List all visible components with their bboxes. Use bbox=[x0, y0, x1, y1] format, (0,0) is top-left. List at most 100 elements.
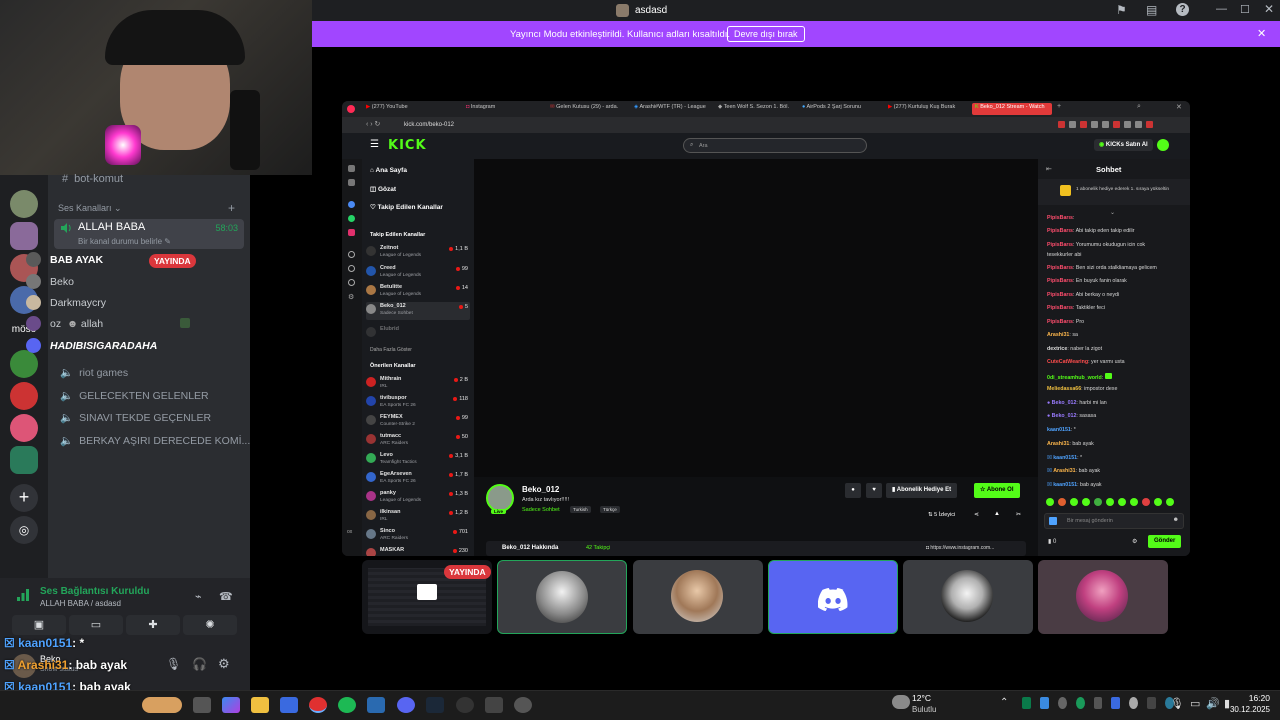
stream-tile[interactable] bbox=[633, 560, 763, 634]
task-view-icon[interactable] bbox=[193, 697, 211, 713]
server-icon[interactable] bbox=[10, 190, 38, 218]
stream-tile[interactable] bbox=[768, 560, 898, 634]
nav-browse[interactable]: ◫ Gözat bbox=[370, 185, 396, 193]
sidebar-icon[interactable] bbox=[348, 165, 355, 172]
sidebar-icon[interactable] bbox=[348, 265, 355, 272]
menu-icon[interactable]: ☰ bbox=[370, 139, 379, 150]
pinned-banner[interactable]: 1 abonelik hediye ederek 1. sıraya yükse… bbox=[1038, 179, 1190, 205]
suggested-channel[interactable]: FEYMEX Counter-Strike 2 99 bbox=[366, 413, 470, 431]
whatsapp-icon[interactable] bbox=[348, 215, 355, 222]
suggested-channel[interactable]: Sinco ARC Raiders 701 bbox=[366, 527, 470, 545]
suggested-channel[interactable]: ilkinsan IRL 1,2 B bbox=[366, 508, 470, 526]
close-icon[interactable]: ✕ bbox=[1264, 2, 1274, 16]
spotify-icon[interactable] bbox=[338, 697, 356, 713]
flag-icon[interactable]: ⚑ bbox=[1116, 3, 1127, 17]
system-tray[interactable] bbox=[1022, 697, 1175, 711]
stream-tile[interactable] bbox=[903, 560, 1033, 634]
voice-channel[interactable]: 🔈 GELECEKTEN GELENLER bbox=[60, 389, 209, 402]
stream-category[interactable]: Sadece Sohbet bbox=[522, 507, 560, 513]
server-icon[interactable] bbox=[10, 382, 38, 410]
subscribe-button[interactable]: ☆ Abone Ol bbox=[974, 483, 1020, 498]
close-browser-icon[interactable]: ✕ bbox=[1176, 103, 1182, 111]
nav-home[interactable]: ⌂ Ana Sayfa bbox=[370, 167, 407, 174]
obs-icon[interactable] bbox=[456, 697, 474, 713]
add-server-icon[interactable]: + bbox=[10, 484, 38, 512]
browser-tab-active[interactable]: K Beko_012 Stream - Watch bbox=[972, 103, 1052, 115]
chat-settings-icon[interactable]: ⚙ bbox=[1132, 538, 1137, 545]
help-icon[interactable]: ? bbox=[1176, 3, 1189, 16]
close-banner-icon[interactable]: ✕ bbox=[1257, 27, 1266, 40]
server-icon[interactable] bbox=[10, 414, 38, 442]
followed-channel[interactable]: Betulitte League of Legends 14 bbox=[366, 283, 470, 301]
discover-icon[interactable]: ◎ bbox=[10, 516, 38, 544]
screen-share-button[interactable]: ▭ bbox=[69, 615, 123, 635]
report-icon[interactable]: ▲ bbox=[994, 511, 1000, 517]
browser-tab[interactable]: ◆ Teen Wolf S. Sezon 1. Böl. bbox=[718, 104, 798, 116]
clock-date[interactable]: 30.12.2025 bbox=[1224, 705, 1270, 714]
widget-icon[interactable] bbox=[142, 697, 182, 713]
collapse-chat-icon[interactable]: ⇤ bbox=[1046, 165, 1052, 173]
browser-tab[interactable]: ◈ Arashi#WTF (TR) - League bbox=[634, 104, 714, 116]
voice-member[interactable]: BAB AYAK YAYINDA bbox=[6, 252, 196, 269]
kicks-balance[interactable]: ▮ 0 bbox=[1048, 538, 1056, 545]
suggested-channel[interactable]: EgeArseven EA Sports FC 26 1,7 B bbox=[366, 470, 470, 488]
show-more-link[interactable]: Daha Fazla Göster bbox=[370, 347, 412, 353]
send-button[interactable]: Gönder bbox=[1148, 535, 1182, 548]
weather-icon[interactable] bbox=[892, 695, 910, 709]
minimize-icon[interactable]: — bbox=[1216, 3, 1227, 15]
mic-icon[interactable]: 🎙 bbox=[166, 657, 181, 671]
voice-section-label[interactable]: Ses Kanalları ⌄ bbox=[58, 203, 122, 214]
suggested-channel[interactable]: Mithrain IRL 2 B bbox=[366, 375, 470, 393]
clock-time[interactable]: 16:20 bbox=[1240, 693, 1270, 703]
extensions-bar[interactable] bbox=[1058, 121, 1178, 129]
emoji-icon[interactable]: ☻ bbox=[1173, 517, 1179, 523]
suggested-channel[interactable]: panky League of Legends 1,3 B bbox=[366, 489, 470, 507]
notification-bell-button[interactable]: ● bbox=[845, 483, 861, 498]
text-channel[interactable]: # bot-komut bbox=[62, 173, 123, 185]
voice-member[interactable]: Darkmaycry bbox=[6, 295, 196, 312]
camera-button[interactable]: ▣ bbox=[12, 615, 66, 635]
tag[interactable]: Turkish bbox=[570, 506, 591, 513]
streamer-name[interactable]: Beko_012 bbox=[522, 485, 559, 494]
voice-member[interactable]: HADIBISIGARADAHA bbox=[6, 338, 196, 355]
buy-kicks-button[interactable]: ◉ KICKs Satın Al bbox=[1094, 139, 1153, 151]
browser-tab[interactable]: ◘ Instagram bbox=[466, 104, 546, 116]
active-voice-channel[interactable]: ALLAH BABA 58:03 Bir kanal durumu belirl… bbox=[54, 219, 244, 249]
browser-tab[interactable]: ✉ Gelen Kutusu (29) - arda. bbox=[550, 104, 630, 116]
inbox-icon[interactable]: ▤ bbox=[1146, 3, 1157, 17]
messenger-icon[interactable] bbox=[348, 201, 355, 208]
file-explorer-icon[interactable] bbox=[251, 697, 269, 713]
voice-channel[interactable]: 🔈 SINAVI TEKDE GEÇENLER bbox=[60, 411, 211, 424]
chat-input[interactable]: Bir mesaj gönderin ☻ bbox=[1044, 513, 1184, 529]
voice-member[interactable]: oz ☻ allah bbox=[6, 316, 196, 333]
activities-button[interactable]: ✚ bbox=[126, 615, 180, 635]
kick-logo[interactable]: KICK bbox=[388, 138, 427, 153]
sidebar-icon[interactable] bbox=[348, 251, 355, 258]
browser-tab[interactable]: ● AirPods 2 Şarj Sorunu bbox=[802, 104, 882, 116]
maximize-icon[interactable]: ☐ bbox=[1240, 3, 1250, 16]
stream-tile[interactable] bbox=[1038, 560, 1168, 634]
suggested-channel[interactable]: Levo Teamfight Tactics 3,1 B bbox=[366, 451, 470, 469]
followed-channel[interactable]: Elubrid bbox=[366, 325, 470, 343]
voice-channel[interactable]: 🔈 riot games bbox=[60, 366, 128, 379]
suggested-channel[interactable]: tivibuspor EA Sports FC 26 118 bbox=[366, 394, 470, 412]
volume-icon[interactable]: 🔊 bbox=[1206, 697, 1220, 710]
browser-tab[interactable]: ▶ (277) YouTube bbox=[366, 104, 446, 116]
profile-avatar[interactable] bbox=[1157, 139, 1169, 151]
followed-channel[interactable]: Zeitnot League of Legends 1,1 B bbox=[366, 244, 470, 262]
voice-member[interactable]: Beko bbox=[6, 274, 196, 291]
app-icon[interactable] bbox=[485, 697, 503, 713]
steam-icon[interactable] bbox=[426, 697, 444, 713]
vscode-icon[interactable] bbox=[367, 697, 385, 713]
browser-tab[interactable]: ▶ (277) Kurtuluş Kuş Burak bbox=[888, 104, 968, 116]
instagram-link[interactable]: ◘ https://www.instagram.com... bbox=[926, 545, 994, 551]
new-tab-icon[interactable]: + bbox=[1057, 103, 1061, 110]
soundboard-button[interactable]: ✺ bbox=[183, 615, 237, 635]
clip-icon[interactable]: ✂ bbox=[1016, 511, 1021, 518]
followed-channel-active[interactable]: Beko_012 Sadece Sohbet 5 bbox=[366, 302, 470, 320]
copilot-icon[interactable] bbox=[222, 697, 240, 713]
gift-sub-button[interactable]: ▮ Abonelik Hediye Et bbox=[886, 483, 958, 498]
emote-bar[interactable] bbox=[1046, 498, 1184, 507]
search-tabs-icon[interactable]: ⌕ bbox=[1137, 103, 1141, 111]
channel-status[interactable]: Bir kanal durumu belirle ✎ bbox=[78, 237, 171, 246]
